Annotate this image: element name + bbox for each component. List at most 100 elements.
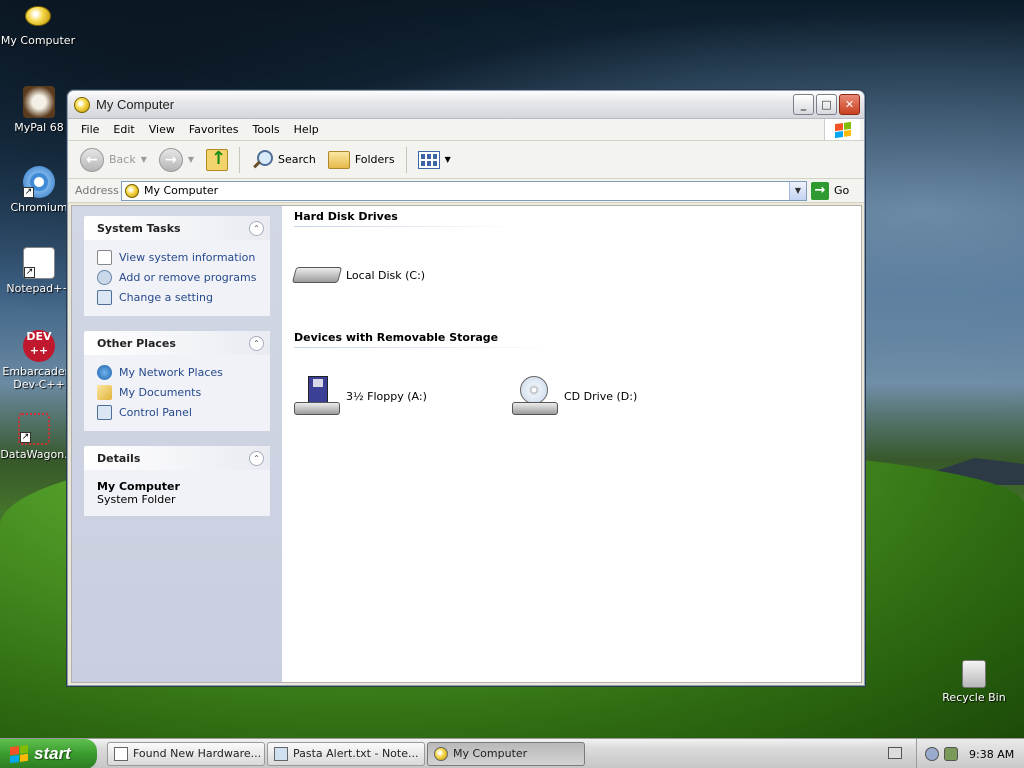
title-bar[interactable]: My Computer _ □ ✕ bbox=[68, 91, 864, 119]
group-items: Local Disk (C:) bbox=[291, 245, 861, 305]
menu-edit[interactable]: Edit bbox=[106, 123, 141, 136]
link-label: Control Panel bbox=[119, 405, 192, 419]
link-my-network-places[interactable]: My Network Places bbox=[97, 362, 270, 382]
datawagon-icon: ↗ bbox=[18, 413, 50, 445]
control-panel-icon bbox=[97, 289, 112, 305]
up-folder-icon bbox=[206, 148, 229, 171]
group-items: 3½ Floppy (A:) CD Drive (D:) bbox=[294, 366, 861, 426]
up-button[interactable] bbox=[202, 147, 232, 173]
desktop-icon-mypal[interactable]: MyPal 68 bbox=[1, 86, 77, 134]
forward-arrow-icon: → bbox=[158, 147, 183, 172]
other-places-panel: Other Places ⌃ My Network Places My Docu… bbox=[84, 331, 270, 431]
desktop-icon-label: Embarcadero bbox=[2, 365, 76, 378]
menu-file[interactable]: File bbox=[74, 123, 106, 136]
link-control-panel[interactable]: Control Panel bbox=[97, 402, 270, 422]
task-notepad[interactable]: Pasta Alert.txt - Note... bbox=[267, 741, 425, 766]
task-label: My Computer bbox=[453, 747, 528, 760]
drive-cd-d[interactable]: CD Drive (D:) bbox=[512, 366, 730, 426]
folders-button[interactable]: Folders bbox=[324, 149, 399, 171]
network-status-icon[interactable] bbox=[925, 747, 939, 761]
documents-folder-icon bbox=[97, 384, 112, 400]
link-label: My Network Places bbox=[119, 365, 223, 379]
address-dropdown-button[interactable]: ▼ bbox=[789, 181, 806, 200]
back-button[interactable]: ← Back ▼ bbox=[76, 146, 151, 174]
group-hard-disk-drives: Hard Disk Drives bbox=[294, 210, 516, 227]
collapse-icon[interactable]: ⌃ bbox=[249, 220, 264, 236]
link-my-documents[interactable]: My Documents bbox=[97, 382, 270, 402]
desktop-icon-recycle-bin[interactable]: Recycle Bin bbox=[936, 660, 1012, 704]
desktop-icon-label: MyPal 68 bbox=[14, 121, 64, 134]
recycle-bin-icon bbox=[962, 660, 986, 688]
forward-button[interactable]: → ▼ bbox=[155, 146, 198, 174]
menu-favorites[interactable]: Favorites bbox=[182, 123, 246, 136]
close-button[interactable]: ✕ bbox=[839, 94, 860, 115]
toolbar-separator bbox=[405, 146, 407, 173]
shortcut-arrow-icon: ↗ bbox=[20, 432, 31, 443]
link-label: Add or remove programs bbox=[119, 270, 257, 284]
views-button[interactable]: ▼ bbox=[414, 149, 455, 171]
windows-logo bbox=[824, 119, 860, 140]
back-arrow-icon: ← bbox=[80, 147, 104, 172]
notepadpp-icon: ↗ bbox=[23, 247, 55, 279]
chevron-down-icon: ▼ bbox=[140, 155, 147, 164]
maximize-button[interactable]: □ bbox=[816, 94, 837, 115]
hardware-wizard-icon bbox=[114, 746, 128, 761]
panel-title: Other Places bbox=[97, 336, 176, 350]
address-bar: Address My Computer ▼ → Go bbox=[68, 179, 864, 203]
collapse-icon[interactable]: ⌃ bbox=[249, 450, 264, 466]
panel-title: System Tasks bbox=[97, 221, 181, 235]
drive-label: CD Drive (D:) bbox=[564, 389, 638, 403]
cd-drive-icon bbox=[512, 376, 558, 416]
task-label: Pasta Alert.txt - Note... bbox=[293, 747, 419, 760]
chevron-down-icon: ▼ bbox=[187, 155, 195, 164]
menu-tools[interactable]: Tools bbox=[246, 123, 287, 136]
desktop-icon-notepadpp[interactable]: ↗ Notepad++ bbox=[1, 247, 77, 295]
menu-help[interactable]: Help bbox=[287, 123, 326, 136]
desktop-icon-devcpp[interactable]: DEV ++ Embarcadero Dev-C++ bbox=[1, 330, 77, 391]
network-places-icon bbox=[97, 364, 112, 380]
link-change-setting[interactable]: Change a setting bbox=[97, 287, 270, 307]
details-type: System Folder bbox=[97, 493, 176, 506]
menu-view[interactable]: View bbox=[142, 123, 182, 136]
taskbar: start Found New Hardware... Pasta Alert.… bbox=[0, 738, 1024, 768]
system-tasks-header[interactable]: System Tasks ⌃ bbox=[84, 216, 270, 240]
back-label: Back bbox=[109, 153, 136, 166]
desktop-icon-label: Recycle Bin bbox=[942, 691, 1006, 704]
drive-floppy-a[interactable]: 3½ Floppy (A:) bbox=[294, 366, 512, 426]
link-add-remove-programs[interactable]: Add or remove programs bbox=[97, 267, 270, 287]
safely-remove-hardware-icon[interactable] bbox=[944, 747, 958, 761]
explorer-window: My Computer _ □ ✕ File Edit View Favorit… bbox=[67, 90, 865, 686]
go-button[interactable]: → Go bbox=[811, 181, 849, 200]
collapse-icon[interactable]: ⌃ bbox=[249, 335, 264, 351]
link-label: My Documents bbox=[119, 385, 202, 399]
keyboard-icon[interactable] bbox=[888, 747, 902, 759]
search-button[interactable]: Search bbox=[247, 147, 320, 173]
go-arrow-icon: → bbox=[811, 181, 829, 200]
drive-local-disk-c[interactable]: Local Disk (C:) bbox=[291, 245, 512, 305]
address-label: Address bbox=[75, 184, 119, 197]
desktop-icon-datawagon[interactable]: ↗ DataWagon. bbox=[0, 413, 72, 461]
task-found-new-hardware[interactable]: Found New Hardware... bbox=[107, 741, 265, 766]
address-input[interactable]: My Computer ▼ bbox=[121, 180, 807, 201]
details-body: My Computer System Folder bbox=[84, 470, 270, 516]
desktop-icon-my-computer[interactable]: My Computer bbox=[0, 6, 76, 47]
chevron-down-icon: ▼ bbox=[444, 155, 451, 164]
link-view-system-information[interactable]: View system information bbox=[97, 247, 270, 267]
desktop-icon-chromium[interactable]: ↗ Chromium bbox=[1, 166, 77, 214]
file-view: Hard Disk Drives Local Disk (C:) Devices… bbox=[282, 206, 861, 682]
start-button[interactable]: start bbox=[0, 738, 97, 768]
control-panel-icon bbox=[97, 404, 112, 420]
other-places-header[interactable]: Other Places ⌃ bbox=[84, 331, 270, 355]
task-my-computer[interactable]: My Computer bbox=[427, 741, 585, 766]
system-info-icon bbox=[97, 249, 112, 265]
minimize-button[interactable]: _ bbox=[793, 94, 814, 115]
folders-label: Folders bbox=[354, 153, 395, 166]
drive-label: 3½ Floppy (A:) bbox=[346, 389, 427, 403]
my-computer-icon bbox=[74, 96, 90, 113]
clock[interactable]: 9:38 AM bbox=[969, 748, 1014, 761]
address-value: My Computer bbox=[144, 184, 219, 197]
content-area: System Tasks ⌃ View system information A… bbox=[71, 205, 862, 683]
shortcut-arrow-icon: ↗ bbox=[24, 267, 35, 278]
start-label: start bbox=[34, 743, 71, 763]
details-header[interactable]: Details ⌃ bbox=[84, 446, 270, 470]
